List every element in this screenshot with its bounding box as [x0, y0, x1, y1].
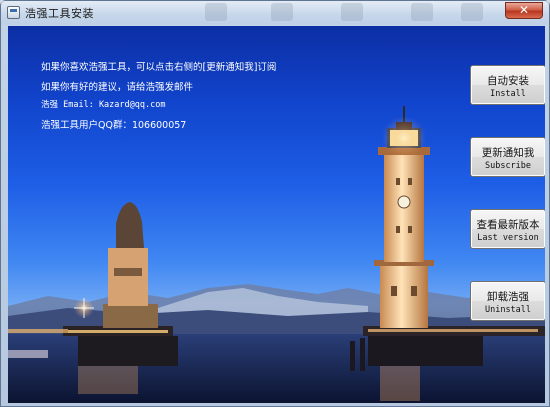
- install-button-label-cn: 自动安装: [487, 75, 529, 87]
- uninstall-button-label-cn: 卸载浩强: [487, 291, 529, 303]
- installer-window: 浩强工具安装 ✕ 如果你喜欢浩强工具，可以点击右侧的[更新通知我]订阅 如果你有…: [0, 0, 550, 407]
- info-suggestion-hint: 如果你有好的建议，请给浩强发邮件: [41, 82, 194, 93]
- install-button-label-en: Install: [490, 89, 526, 99]
- info-subscribe-hint: 如果你喜欢浩强工具，可以点击右侧的[更新通知我]订阅: [41, 62, 277, 73]
- last-version-button-label-cn: 查看最新版本: [476, 219, 540, 231]
- window-title: 浩强工具安装: [25, 7, 94, 20]
- blurred-taskbar-ghost: [341, 3, 363, 21]
- subscribe-button-label-cn: 更新通知我: [481, 147, 535, 159]
- info-email: 浩强 Email: Kazard@qq.com: [41, 100, 166, 110]
- app-icon: [7, 6, 20, 19]
- blurred-taskbar-ghost: [205, 3, 227, 21]
- last-version-button[interactable]: 查看最新版本 Last version: [470, 209, 545, 249]
- background-image: 如果你喜欢浩强工具，可以点击右侧的[更新通知我]订阅 如果你有好的建议，请给浩强…: [8, 26, 545, 403]
- blurred-taskbar-ghost: [461, 3, 483, 21]
- install-button[interactable]: 自动安装 Install: [470, 65, 545, 105]
- blurred-taskbar-ghost: [411, 3, 433, 21]
- title-bar[interactable]: 浩强工具安装 ✕: [1, 1, 549, 25]
- uninstall-button-label-en: Uninstall: [484, 305, 532, 315]
- blurred-taskbar-ghost: [271, 3, 293, 21]
- info-qq-group: 浩强工具用户QQ群：106600057: [41, 120, 187, 131]
- last-version-button-label-en: Last version: [477, 233, 539, 243]
- close-button[interactable]: ✕: [505, 2, 543, 19]
- subscribe-button-label-en: Subscribe: [484, 161, 532, 171]
- subscribe-button[interactable]: 更新通知我 Subscribe: [470, 137, 545, 177]
- uninstall-button[interactable]: 卸载浩强 Uninstall: [470, 281, 545, 321]
